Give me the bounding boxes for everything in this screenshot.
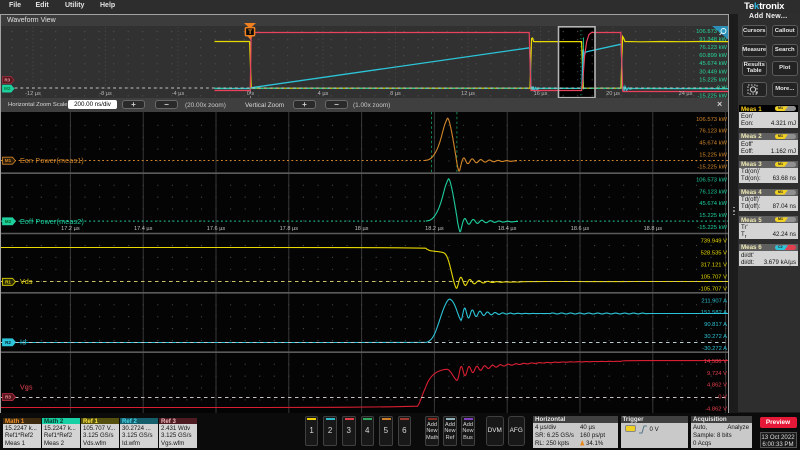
svg-text:R3: R3: [4, 78, 10, 83]
svg-text:76.123 kW: 76.123 kW: [699, 129, 727, 135]
svg-text:17.2 µs: 17.2 µs: [61, 226, 80, 232]
svg-text:18.2 µs: 18.2 µs: [425, 226, 444, 232]
svg-text:-30.272 A: -30.272 A: [702, 346, 727, 352]
svg-text:Id: Id: [20, 340, 26, 347]
svg-text:0 V: 0 V: [718, 395, 727, 401]
svg-text:45.674 kW: 45.674 kW: [699, 141, 727, 147]
svg-text:0 s: 0 s: [247, 91, 255, 97]
svg-text:45.674 kW: 45.674 kW: [699, 201, 727, 207]
svg-text:211.907 A: 211.907 A: [701, 298, 727, 304]
svg-text:15.225 kW: 15.225 kW: [699, 153, 727, 159]
svg-text:15.225 kW: 15.225 kW: [699, 213, 727, 219]
svg-text:151.582 A: 151.582 A: [701, 310, 727, 316]
svg-text:16 µs: 16 µs: [534, 91, 548, 97]
svg-text:T: T: [248, 29, 252, 36]
svg-text:M1: M1: [5, 158, 12, 163]
svg-text:30.449 kW: 30.449 kW: [699, 69, 727, 75]
svg-text:-4.862 V: -4.862 V: [705, 407, 727, 413]
svg-text:91.348 kW: 91.348 kW: [699, 37, 727, 43]
svg-text:17.8 µs: 17.8 µs: [280, 226, 299, 232]
svg-text:76.123 kW: 76.123 kW: [699, 189, 727, 195]
svg-text:9.724 V: 9.724 V: [707, 371, 727, 377]
svg-text:60.899 kW: 60.899 kW: [699, 53, 727, 59]
svg-text:24 µs: 24 µs: [679, 91, 693, 97]
svg-text:528.535 V: 528.535 V: [701, 251, 728, 257]
svg-text:739.949 V: 739.949 V: [701, 239, 728, 245]
svg-text:90.817 A: 90.817 A: [704, 322, 727, 328]
svg-text:R2: R2: [5, 340, 11, 345]
svg-text:12 µs: 12 µs: [461, 91, 475, 97]
svg-text:Eon Power(meas1): Eon Power(meas1): [20, 158, 84, 165]
svg-text:-8 µs: -8 µs: [99, 91, 112, 97]
svg-text:M2: M2: [4, 86, 11, 91]
svg-text:20 µs: 20 µs: [606, 91, 620, 97]
svg-text:-4 µs: -4 µs: [172, 91, 185, 97]
svg-text:Vgs: Vgs: [20, 384, 33, 391]
svg-text:30.272 A: 30.272 A: [704, 334, 727, 340]
svg-text:15.225 kW: 15.225 kW: [699, 77, 727, 83]
svg-text:Eoff Power(meas2): Eoff Power(meas2): [20, 219, 84, 226]
svg-text:76.123 kW: 76.123 kW: [699, 45, 727, 51]
svg-text:-12 µs: -12 µs: [25, 91, 41, 97]
svg-text:-15.225 kW: -15.225 kW: [697, 225, 727, 231]
svg-text:45.674 kW: 45.674 kW: [699, 61, 727, 67]
svg-text:18.4 µs: 18.4 µs: [498, 226, 517, 232]
svg-text:317.121 V: 317.121 V: [701, 263, 728, 269]
svg-text:R1: R1: [5, 279, 11, 284]
svg-text:8 µs: 8 µs: [390, 91, 401, 97]
svg-text:M2: M2: [5, 219, 12, 224]
svg-text:4.862 V: 4.862 V: [707, 383, 727, 389]
svg-text:-105.707 V: -105.707 V: [699, 286, 727, 292]
svg-text:17.4 µs: 17.4 µs: [134, 226, 153, 232]
svg-text:106.573 kW: 106.573 kW: [696, 117, 727, 123]
svg-text:106.573 kW: 106.573 kW: [696, 177, 727, 183]
svg-text:105.707 V: 105.707 V: [701, 274, 728, 280]
svg-text:18 µs: 18 µs: [355, 226, 369, 232]
svg-text:18.6 µs: 18.6 µs: [571, 226, 590, 232]
svg-text:14.586 V: 14.586 V: [704, 359, 727, 365]
svg-text:18.8 µs: 18.8 µs: [644, 226, 663, 232]
svg-text:Vds: Vds: [20, 279, 33, 286]
svg-text:0 W: 0 W: [717, 85, 728, 91]
svg-text:4 µs: 4 µs: [318, 91, 329, 97]
svg-text:R3: R3: [5, 395, 11, 400]
svg-text:-15.225 kW: -15.225 kW: [697, 164, 727, 170]
svg-text:17.6 µs: 17.6 µs: [207, 226, 226, 232]
